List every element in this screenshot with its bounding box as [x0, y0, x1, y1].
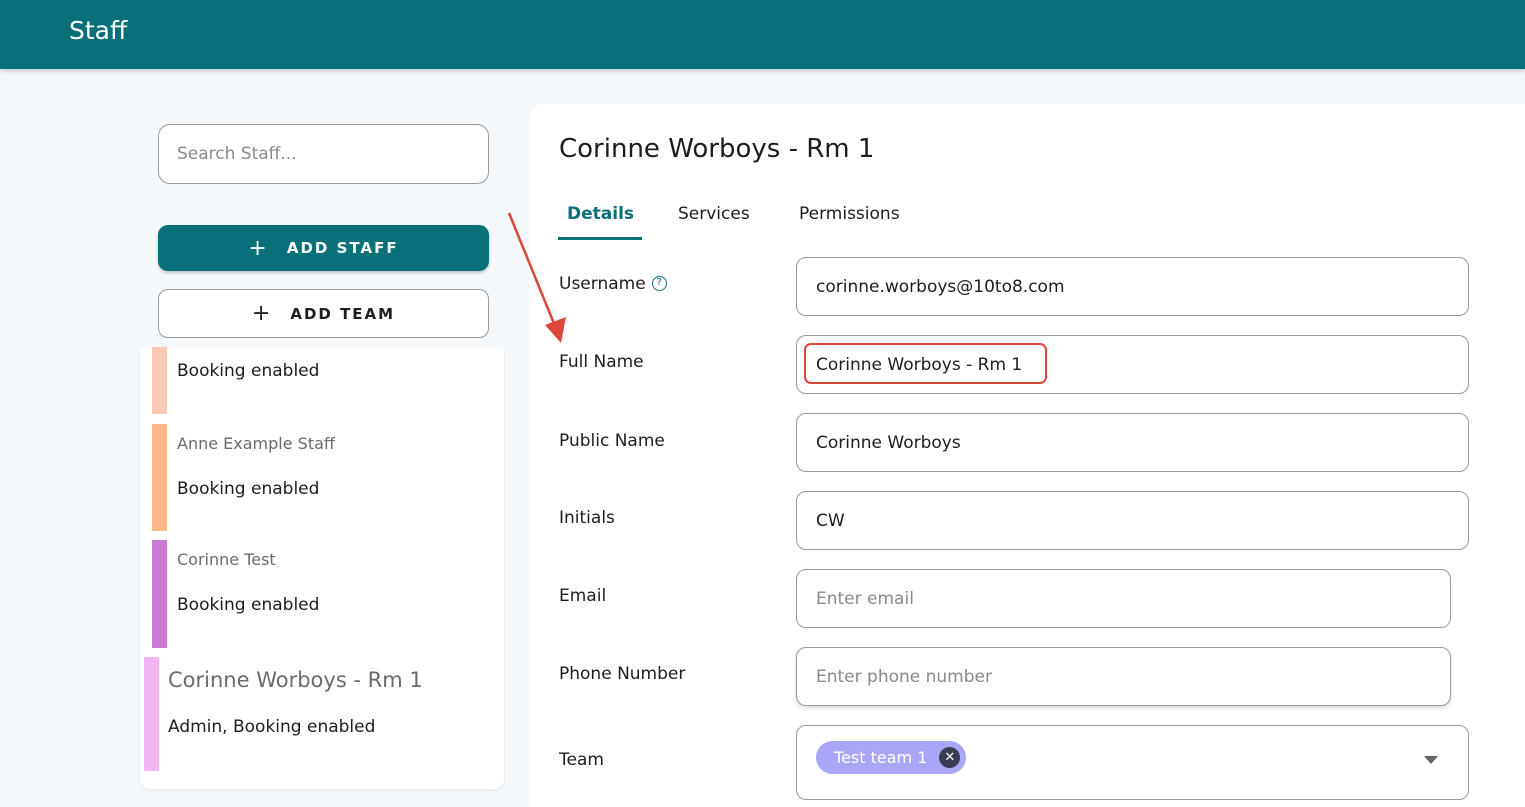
username-label: Username? — [559, 274, 667, 294]
staff-search-field[interactable] — [158, 124, 489, 184]
username-label-text: Username — [559, 274, 646, 294]
staff-name: Anne Example Staff — [177, 434, 335, 453]
tab-permissions[interactable]: Permissions — [799, 204, 900, 224]
full-name-label: Full Name — [559, 352, 644, 372]
public-name-field[interactable] — [796, 413, 1469, 472]
full-name-field[interactable] — [796, 335, 1469, 394]
initials-input[interactable] — [797, 492, 1468, 549]
email-field[interactable] — [796, 569, 1451, 628]
public-name-input[interactable] — [797, 414, 1468, 471]
add-team-label: ADD TEAM — [290, 304, 396, 323]
staff-color-bar — [144, 657, 159, 771]
plus-icon: + — [251, 301, 273, 326]
staff-color-bar — [152, 347, 167, 414]
staff-name: Corinne Test — [177, 550, 276, 569]
chevron-down-icon[interactable] — [1424, 756, 1438, 764]
add-staff-button[interactable]: + ADD STAFF — [158, 225, 489, 271]
phone-label: Phone Number — [559, 664, 686, 684]
app-header: Staff — [0, 0, 1525, 69]
staff-list-item[interactable]: Anne Example Staff Booking enabled — [140, 424, 504, 531]
team-chip[interactable]: Test team 1 ✕ — [816, 741, 967, 774]
staff-color-bar — [152, 540, 167, 648]
full-name-input[interactable] — [797, 336, 1468, 393]
help-icon[interactable]: ? — [651, 276, 667, 291]
email-label: Email — [559, 586, 607, 606]
team-chip-label: Test team 1 — [834, 748, 928, 767]
staff-detail-title: Corinne Worboys - Rm 1 — [559, 134, 875, 164]
staff-name: Corinne Worboys - Rm 1 — [168, 668, 423, 692]
add-team-button[interactable]: + ADD TEAM — [158, 289, 489, 338]
team-label: Team — [559, 750, 604, 770]
staff-status: Booking enabled — [177, 595, 320, 615]
username-field[interactable] — [796, 257, 1469, 316]
plus-icon: + — [248, 235, 269, 261]
staff-search-input[interactable] — [159, 125, 488, 183]
add-staff-label: ADD STAFF — [286, 239, 399, 257]
staff-list-item-selected[interactable]: Corinne Worboys - Rm 1 Admin, Booking en… — [140, 657, 504, 771]
username-input[interactable] — [797, 258, 1468, 315]
phone-field[interactable] — [796, 647, 1451, 706]
staff-status: Booking enabled — [177, 479, 320, 499]
email-input[interactable] — [797, 570, 1450, 627]
staff-list: Booking enabled Anne Example Staff Booki… — [140, 347, 504, 789]
remove-chip-icon[interactable]: ✕ — [939, 747, 961, 768]
staff-list-item[interactable]: Booking enabled — [140, 347, 504, 414]
staff-status: Admin, Booking enabled — [168, 717, 376, 737]
tab-details[interactable]: Details — [567, 204, 634, 224]
phone-input[interactable] — [797, 648, 1450, 705]
staff-list-item[interactable]: Corinne Test Booking enabled — [140, 540, 504, 648]
initials-label: Initials — [559, 508, 615, 528]
initials-field[interactable] — [796, 491, 1469, 550]
staff-color-bar — [152, 424, 167, 531]
staff-status: Booking enabled — [177, 361, 320, 381]
app-title: Staff — [69, 16, 128, 45]
active-tab-indicator — [558, 237, 642, 240]
tab-services[interactable]: Services — [678, 204, 750, 224]
public-name-label: Public Name — [559, 431, 665, 451]
